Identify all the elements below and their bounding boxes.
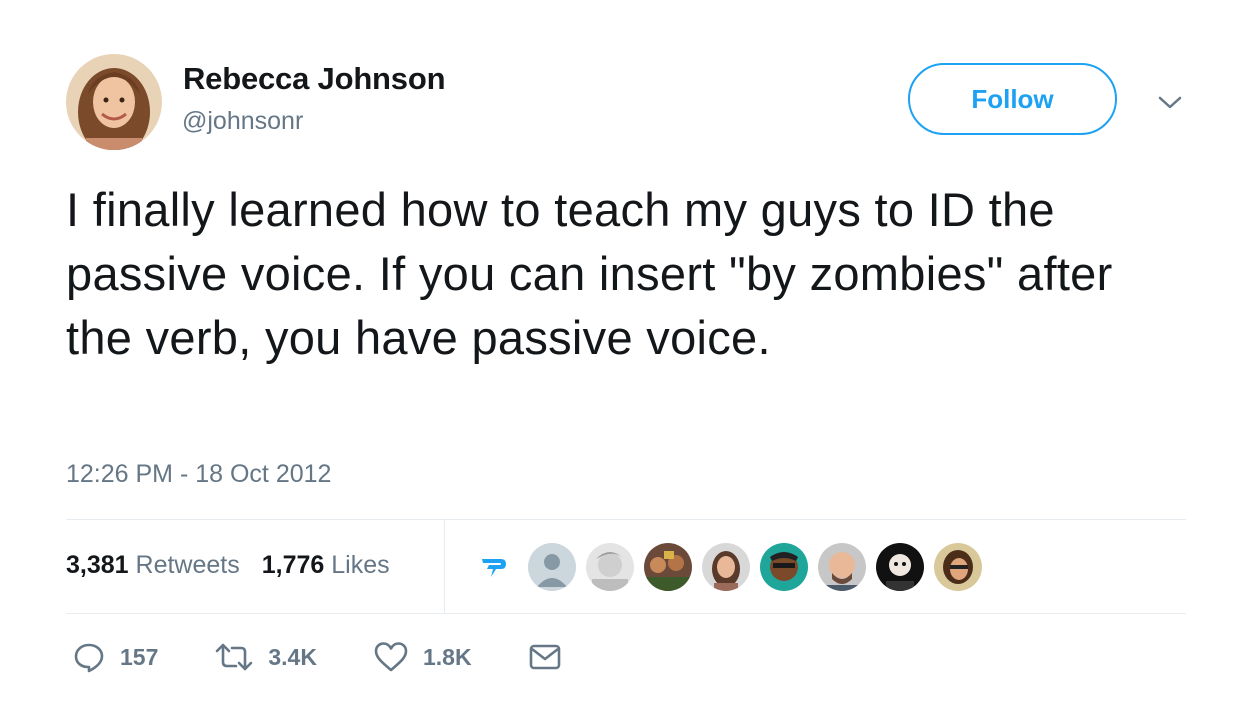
like-button[interactable]: 1.8K — [373, 640, 472, 674]
divider-top — [66, 519, 1186, 520]
periscope-badge-icon — [470, 543, 518, 591]
retweets-stat-count: 3,381 — [66, 551, 129, 579]
liker-avatar[interactable] — [760, 543, 808, 591]
tweet-text: I finally learned how to teach my guys t… — [66, 183, 1113, 364]
liker-avatar[interactable] — [818, 543, 866, 591]
liker-avatar[interactable] — [644, 543, 692, 591]
author-display-name[interactable]: Rebecca Johnson — [183, 61, 446, 97]
engagement-stats: 3,381 Retweets 1,776 Likes — [66, 551, 412, 580]
tweet-actions: 157 3.4K 1.8K — [72, 640, 562, 674]
likes-stat-label: Likes — [331, 551, 390, 579]
liker-avatars — [470, 543, 992, 591]
liker-avatar[interactable] — [934, 543, 982, 591]
retweets-stat[interactable]: 3,381 Retweets — [66, 551, 240, 580]
divider-vertical — [444, 520, 445, 613]
liker-avatar-default[interactable] — [528, 543, 576, 591]
direct-message-button[interactable] — [528, 642, 562, 672]
like-count: 1.8K — [422, 643, 472, 670]
liker-avatar[interactable] — [702, 543, 750, 591]
heart-icon — [374, 642, 408, 672]
author-avatar[interactable] — [66, 54, 162, 150]
tweet-timestamp[interactable]: 12:26 PM - 18 Oct 2012 — [66, 460, 331, 489]
liker-avatar[interactable] — [876, 543, 924, 591]
likes-stat[interactable]: 1,776 Likes — [262, 551, 390, 580]
retweet-icon — [216, 643, 253, 671]
retweets-stat-label: Retweets — [135, 551, 240, 579]
retweet-button[interactable]: 3.4K — [214, 640, 317, 674]
reply-icon — [74, 643, 104, 673]
divider-bottom — [66, 613, 1186, 614]
likes-stat-count: 1,776 — [261, 551, 325, 579]
mail-icon — [529, 644, 560, 670]
follow-button[interactable]: Follow — [908, 63, 1117, 135]
chevron-down-icon[interactable] — [1156, 90, 1184, 114]
reply-count: 157 — [120, 643, 159, 670]
liker-avatar[interactable] — [586, 543, 634, 591]
reply-button[interactable]: 157 — [72, 640, 158, 674]
retweet-count: 3.4K — [268, 643, 317, 670]
author-avatar-image — [66, 54, 162, 150]
author-handle[interactable]: @johnsonr — [182, 107, 303, 136]
